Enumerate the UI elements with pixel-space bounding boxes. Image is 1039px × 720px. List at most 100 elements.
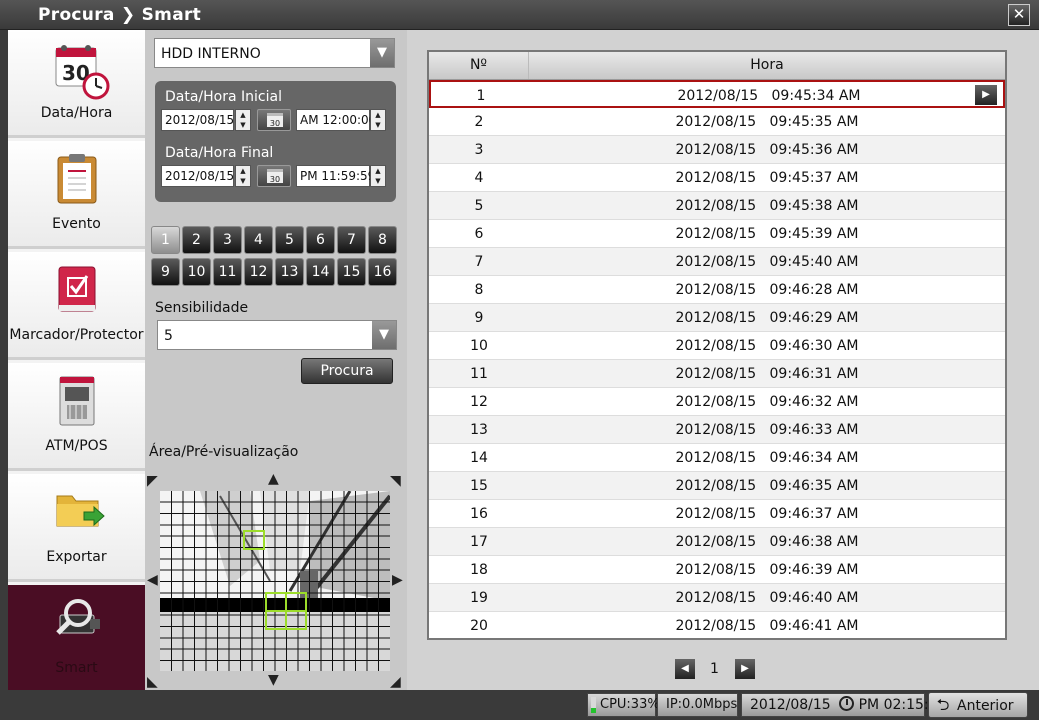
table-row[interactable]: 19 2012/08/15 09:46:40 AM xyxy=(429,584,1005,612)
table-row[interactable]: 18 2012/08/15 09:46:39 AM xyxy=(429,556,1005,584)
end-calendar-button[interactable]: 30 xyxy=(257,165,291,187)
corner-top-right-handle[interactable]: ◥ xyxy=(390,474,401,488)
sensitivity-dropdown[interactable]: 5 ▼ xyxy=(157,320,397,350)
clipboard-icon xyxy=(54,153,102,204)
channel-button-2[interactable]: 2 xyxy=(182,226,211,254)
menu-item-bookmark[interactable]: Marcador/Protector xyxy=(8,252,145,360)
search-button[interactable]: Procura xyxy=(301,358,393,384)
atm-machine-icon xyxy=(54,375,102,426)
row-time: 2012/08/15 09:45:40 AM xyxy=(675,254,859,270)
prev-page-button[interactable]: ◀ xyxy=(675,659,695,679)
arrow-left-icon[interactable]: ◀ xyxy=(147,573,158,587)
table-row[interactable]: 5 2012/08/15 09:45:38 AM xyxy=(429,192,1005,220)
cpu-meter xyxy=(591,697,596,713)
back-button[interactable]: ⮌ Anterior xyxy=(928,692,1028,718)
end-date-spinner[interactable]: ▲ ▼ xyxy=(235,165,251,187)
close-button[interactable]: ✕ xyxy=(1008,4,1030,26)
arrow-right-icon[interactable]: ▶ xyxy=(392,573,403,587)
menu-item-smart[interactable]: Smart xyxy=(8,585,145,690)
menu-item-date-time[interactable]: 30 Data/Hora xyxy=(8,30,145,138)
table-row[interactable]: 6 2012/08/15 09:45:39 AM xyxy=(429,220,1005,248)
column-header-number[interactable]: Nº xyxy=(429,52,529,79)
table-row[interactable]: 3 2012/08/15 09:45:36 AM xyxy=(429,136,1005,164)
window-title: Procura ❯ Smart xyxy=(38,5,202,25)
menu-label-atm-pos: ATM/POS xyxy=(45,438,108,454)
row-number: 14 xyxy=(470,450,488,466)
cpu-status: CPU:33% xyxy=(587,693,660,717)
table-row[interactable]: 12 2012/08/15 09:46:32 AM xyxy=(429,388,1005,416)
row-time: 2012/08/15 09:46:40 AM xyxy=(675,590,859,606)
row-number: 2 xyxy=(474,114,484,130)
corner-top-left-handle[interactable]: ◤ xyxy=(147,474,158,488)
table-row[interactable]: 14 2012/08/15 09:46:34 AM xyxy=(429,444,1005,472)
table-row[interactable]: 17 2012/08/15 09:46:38 AM xyxy=(429,528,1005,556)
start-calendar-button[interactable]: 30 xyxy=(257,109,291,131)
row-number: 9 xyxy=(474,310,484,326)
start-time-field[interactable]: AM 12:00:00 xyxy=(296,109,376,131)
menu-item-event[interactable]: Evento xyxy=(8,141,145,249)
end-time-field[interactable]: PM 11:59:59 xyxy=(296,165,375,187)
table-row[interactable]: 13 2012/08/15 09:46:33 AM xyxy=(429,416,1005,444)
corner-bottom-left-handle[interactable]: ◣ xyxy=(147,675,158,689)
table-row[interactable]: 9 2012/08/15 09:46:29 AM xyxy=(429,304,1005,332)
menu-item-atm-pos[interactable]: ATM/POS xyxy=(8,363,145,471)
channel-button-5[interactable]: 5 xyxy=(275,226,304,254)
row-time: 2012/08/15 09:46:35 AM xyxy=(675,478,859,494)
results-panel: Nº Hora 1 2012/08/15 09:45:34 AM ▶ 2 201… xyxy=(407,30,1039,690)
channel-button-4[interactable]: 4 xyxy=(244,226,273,254)
column-header-time[interactable]: Hora xyxy=(529,52,1005,79)
start-date-spinner[interactable]: ▲ ▼ xyxy=(235,109,251,131)
table-row[interactable]: 7 2012/08/15 09:45:40 AM xyxy=(429,248,1005,276)
row-time: 2012/08/15 09:46:37 AM xyxy=(675,506,859,522)
channel-button-9[interactable]: 9 xyxy=(151,258,180,286)
start-time-spinner[interactable]: ▲ ▼ xyxy=(370,109,386,131)
channel-button-14[interactable]: 14 xyxy=(306,258,335,286)
menu-label-date-time: Data/Hora xyxy=(40,105,113,121)
channel-button-12[interactable]: 12 xyxy=(244,258,273,286)
chevron-down-icon: ▼ xyxy=(370,39,394,67)
table-row[interactable]: 10 2012/08/15 09:46:30 AM xyxy=(429,332,1005,360)
channel-button-8[interactable]: 8 xyxy=(368,226,397,254)
storage-dropdown[interactable]: HDD INTERNO ▼ xyxy=(154,38,395,68)
end-date-field[interactable]: 2012/08/15 xyxy=(161,165,234,187)
table-row[interactable]: 15 2012/08/15 09:46:35 AM xyxy=(429,472,1005,500)
menu-label-export: Exportar xyxy=(46,549,107,565)
clock-status: 2012/08/15 PM 02:15:06 xyxy=(741,693,946,717)
table-row[interactable]: 20 2012/08/15 09:46:41 AM xyxy=(429,612,1005,640)
next-page-button[interactable]: ▶ xyxy=(735,659,755,679)
channel-button-1[interactable]: 1 xyxy=(151,226,180,254)
menu-item-export[interactable]: Exportar xyxy=(8,474,145,582)
play-icon[interactable]: ▶ xyxy=(975,85,997,105)
row-time: 2012/08/15 09:45:34 AM xyxy=(677,88,861,104)
menu-label-event: Evento xyxy=(52,216,101,232)
corner-bottom-right-handle[interactable]: ◢ xyxy=(390,675,401,689)
calendar-icon: 30 xyxy=(267,169,283,184)
channel-button-7[interactable]: 7 xyxy=(337,226,366,254)
return-arrow-icon: ⮌ xyxy=(936,695,950,714)
channel-button-11[interactable]: 11 xyxy=(213,258,242,286)
row-time: 2012/08/15 09:46:28 AM xyxy=(675,282,859,298)
table-row[interactable]: 11 2012/08/15 09:46:31 AM xyxy=(429,360,1005,388)
channel-button-3[interactable]: 3 xyxy=(213,226,242,254)
end-time-spinner[interactable]: ▲ ▼ xyxy=(370,165,386,187)
table-row[interactable]: 2 2012/08/15 09:45:35 AM xyxy=(429,108,1005,136)
row-number: 6 xyxy=(474,226,484,242)
channel-button-6[interactable]: 6 xyxy=(306,226,335,254)
arrow-up-icon[interactable]: ▲ xyxy=(268,472,279,486)
channel-button-15[interactable]: 15 xyxy=(337,258,366,286)
channel-button-13[interactable]: 13 xyxy=(275,258,304,286)
table-row[interactable]: 8 2012/08/15 09:46:28 AM xyxy=(429,276,1005,304)
row-time: 2012/08/15 09:46:39 AM xyxy=(675,562,859,578)
area-preview-image[interactable] xyxy=(160,491,390,671)
bookmark-book-icon xyxy=(54,264,102,312)
row-time: 2012/08/15 09:45:37 AM xyxy=(675,170,859,186)
start-datetime-label: Data/Hora Inicial xyxy=(165,89,282,105)
cpu-text: CPU:33% xyxy=(600,697,660,712)
channel-button-10[interactable]: 10 xyxy=(182,258,211,286)
start-date-field[interactable]: 2012/08/15 xyxy=(161,109,234,131)
table-row[interactable]: 1 2012/08/15 09:45:34 AM ▶ xyxy=(429,80,1005,108)
table-row[interactable]: 4 2012/08/15 09:45:37 AM xyxy=(429,164,1005,192)
table-row[interactable]: 16 2012/08/15 09:46:37 AM xyxy=(429,500,1005,528)
channel-button-16[interactable]: 16 xyxy=(368,258,397,286)
arrow-down-icon[interactable]: ▼ xyxy=(268,673,279,687)
